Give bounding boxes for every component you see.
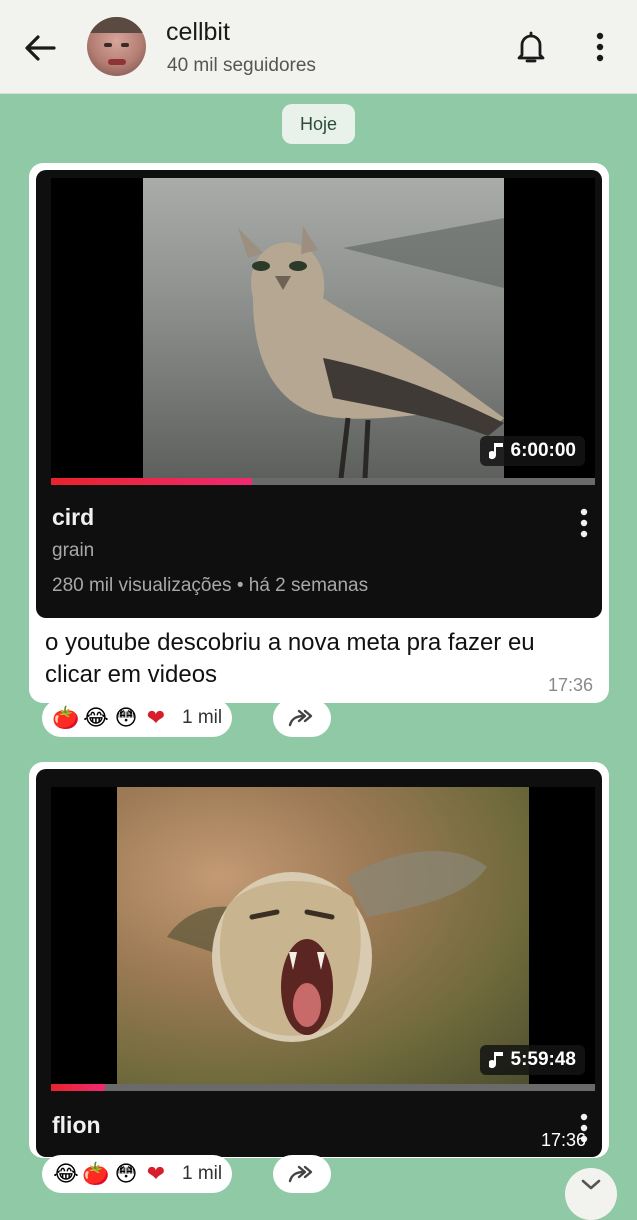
arrow-left-icon — [25, 35, 56, 61]
reaction-count: 1 mil — [182, 707, 223, 728]
message-bubble[interactable]: 5:59:48 flion 17:36 — [29, 762, 609, 1158]
more-vertical-icon — [580, 508, 588, 538]
flushed-icon: 😳 — [114, 1161, 138, 1186]
message-text: o youtube descobriu a nova meta pra faze… — [45, 629, 535, 688]
channel-name[interactable]: cellbit — [166, 18, 230, 47]
video-channel-name[interactable]: grain — [52, 540, 94, 562]
video-thumbnail[interactable]: 5:59:48 — [51, 787, 595, 1087]
lion-illustration — [167, 850, 487, 1042]
reaction-count: 1 mil — [182, 1163, 223, 1184]
tomato-icon: 🍅 — [52, 705, 80, 730]
reactions-bar[interactable]: 🍅 😂 😳 ❤ 1 mil — [42, 699, 233, 737]
bird-illustration — [238, 218, 504, 478]
heart-icon: ❤ — [146, 1161, 166, 1186]
bird-image — [143, 178, 504, 478]
reactions-bar[interactable]: 😂 🍅 😳 ❤ 1 mil — [42, 1155, 233, 1193]
channel-avatar[interactable] — [87, 17, 146, 76]
watch-progress-bar — [51, 1084, 595, 1091]
chevron-down-icon — [581, 1179, 601, 1190]
video-duration-badge: 5:59:48 — [479, 1045, 585, 1075]
joy-icon: 😂 — [83, 705, 109, 730]
video-title[interactable]: cird — [52, 504, 94, 531]
video-age: há 2 semanas — [248, 575, 369, 596]
watch-progress-bar — [51, 478, 595, 485]
video-meta: 280 mil visualizações • há 2 semanas — [52, 575, 368, 597]
music-note-icon — [488, 443, 503, 460]
youtube-preview-card[interactable]: 5:59:48 flion 17:36 — [36, 769, 602, 1157]
youtube-preview-card[interactable]: 6:00:00 cird grain 280 mil visualizações… — [36, 170, 602, 618]
video-duration: 5:59:48 — [510, 1049, 577, 1070]
subscriber-count: 40 mil seguidores — [167, 55, 316, 76]
message-bubble[interactable]: 6:00:00 cird grain 280 mil visualizações… — [29, 163, 609, 703]
forward-button[interactable] — [273, 699, 331, 737]
message-time: 17:36 — [547, 675, 593, 695]
date-separator: Hoje — [282, 104, 355, 144]
more-options-button[interactable] — [584, 26, 616, 68]
meta-separator: • — [236, 575, 249, 596]
more-vertical-icon — [596, 32, 604, 62]
message-time: 17:36 — [540, 1130, 586, 1150]
music-note-icon — [488, 1052, 503, 1069]
avatar-mouth — [108, 59, 126, 65]
forward-icon — [288, 709, 313, 727]
video-thumbnail[interactable]: 6:00:00 — [51, 178, 595, 478]
scroll-to-bottom-button[interactable] — [565, 1168, 617, 1220]
flushed-icon: 😳 — [114, 705, 138, 730]
notifications-button[interactable] — [510, 26, 552, 68]
back-button[interactable] — [18, 26, 62, 70]
video-views: 280 mil visualizações — [52, 575, 232, 596]
avatar-eye — [104, 43, 112, 47]
avatar-hair — [87, 17, 146, 33]
tomato-icon: 🍅 — [82, 1161, 110, 1186]
watch-progress-fill — [51, 1084, 106, 1091]
video-title[interactable]: flion — [52, 1112, 101, 1139]
watch-progress-fill — [51, 478, 253, 485]
chat-header: cellbit 40 mil seguidores — [0, 0, 637, 94]
joy-icon: 😂 — [53, 1161, 79, 1186]
heart-icon: ❤ — [146, 705, 166, 730]
lion-image — [117, 787, 529, 1087]
video-options-button[interactable] — [578, 506, 590, 540]
forward-icon — [288, 1165, 313, 1183]
video-duration: 6:00:00 — [510, 440, 577, 461]
avatar-eye — [121, 43, 129, 47]
bell-icon — [517, 31, 545, 63]
video-duration-badge: 6:00:00 — [479, 436, 585, 466]
forward-button[interactable] — [273, 1155, 331, 1193]
